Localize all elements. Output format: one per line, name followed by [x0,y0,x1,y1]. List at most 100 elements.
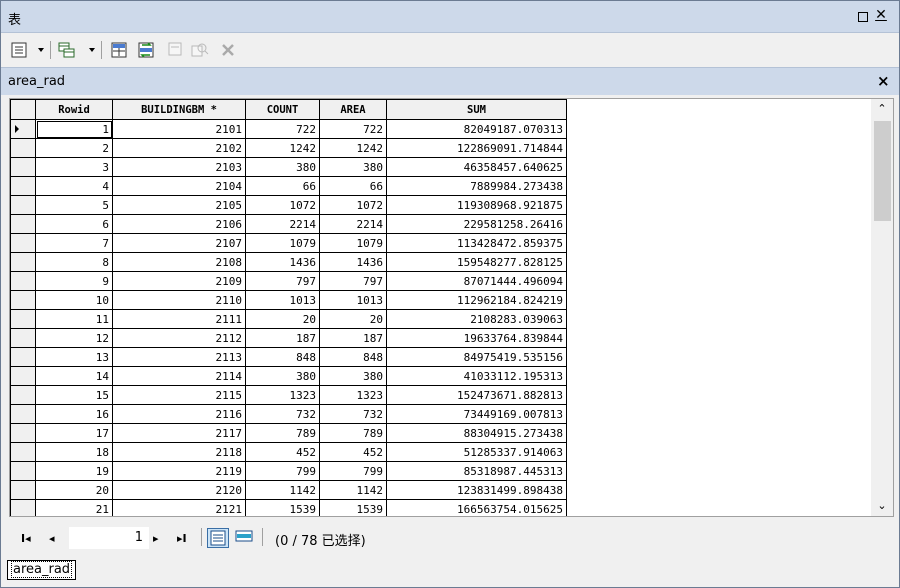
scroll-down-icon[interactable]: ⌄ [871,496,893,516]
table-cell[interactable]: 2108283.039063 [386,309,567,329]
table-cell[interactable]: 1013 [319,290,387,310]
table-cell[interactable]: 1079 [319,233,387,253]
table-options-button[interactable] [11,42,27,58]
table-cell[interactable]: 113428472.859375 [386,233,567,253]
table-cell[interactable]: 380 [245,157,320,177]
table-cell[interactable]: 82049187.070313 [386,119,567,139]
table-cell[interactable]: 1142 [245,480,320,500]
table-row[interactable]: 5 2105 1072 1072 119308968.921875 [10,195,567,215]
table-cell[interactable]: 11 [35,309,113,329]
table-cell[interactable]: 166563754.015625 [386,499,567,516]
table-cell[interactable]: 2214 [245,214,320,234]
row-selector[interactable] [10,366,36,386]
row-selector[interactable] [10,461,36,481]
table-cell[interactable]: 2104 [112,176,246,196]
table-row[interactable]: 18 2118 452 452 51285337.914063 [10,442,567,462]
scroll-thumb[interactable] [874,121,891,221]
table-cell[interactable]: 87071444.496094 [386,271,567,291]
scroll-up-icon[interactable]: ⌃ [871,99,893,119]
table-cell[interactable]: 2114 [112,366,246,386]
chevron-down-icon[interactable] [89,48,95,52]
clear-selection-button[interactable] [168,42,182,58]
table-row[interactable]: 11 2111 20 20 2108283.039063 [10,309,567,329]
table-cell[interactable]: 66 [245,176,320,196]
table-cell[interactable]: 1539 [245,499,320,516]
table-cell[interactable]: 17 [35,423,113,443]
table-row[interactable]: 3 2103 380 380 46358457.640625 [10,157,567,177]
table-cell[interactable]: 2 [35,138,113,158]
table-cell[interactable]: 6 [35,214,113,234]
select-by-attributes-button[interactable] [111,42,129,58]
table-cell[interactable]: 732 [245,404,320,424]
table-cell[interactable]: 452 [319,442,387,462]
table-cell[interactable]: 88304915.273438 [386,423,567,443]
table-cell[interactable]: 2101 [112,119,246,139]
table-cell[interactable]: 20 [245,309,320,329]
table-cell[interactable]: 112962184.824219 [386,290,567,310]
table-row[interactable]: 1 2101 722 722 82049187.070313 [10,119,567,139]
table-cell[interactable]: 21 [35,499,113,516]
table-row[interactable]: 12 2112 187 187 19633764.839844 [10,328,567,348]
table-cell[interactable]: 2118 [112,442,246,462]
table-row[interactable]: 8 2108 1436 1436 159548277.828125 [10,252,567,272]
table-cell[interactable]: 2112 [112,328,246,348]
row-selector[interactable] [10,499,36,516]
row-selector[interactable] [10,119,36,139]
column-header[interactable]: AREA [319,99,387,120]
row-selector[interactable] [10,157,36,177]
table-cell[interactable]: 2108 [112,252,246,272]
table-cell[interactable]: 789 [319,423,387,443]
row-selector[interactable] [10,442,36,462]
select-all-header[interactable] [10,99,36,120]
table-cell[interactable]: 20 [35,480,113,500]
table-cell[interactable]: 2121 [112,499,246,516]
table-cell[interactable]: 797 [245,271,320,291]
table-row[interactable]: 6 2106 2214 2214 229581258.26416 [10,214,567,234]
table-cell[interactable]: 18 [35,442,113,462]
table-cell[interactable]: 2116 [112,404,246,424]
table-row[interactable]: 21 2121 1539 1539 166563754.015625 [10,499,567,516]
show-all-records-button[interactable] [207,528,229,548]
table-tab-area-rad[interactable]: area_rad [7,560,77,580]
table-cell[interactable]: 2117 [112,423,246,443]
table-cell[interactable]: 16 [35,404,113,424]
table-cell[interactable]: 722 [245,119,320,139]
table-cell[interactable]: 20 [319,309,387,329]
table-cell[interactable]: 380 [319,157,387,177]
table-cell[interactable]: 85318987.445313 [386,461,567,481]
table-cell[interactable]: 15 [35,385,113,405]
table-row[interactable]: 10 2110 1013 1013 112962184.824219 [10,290,567,310]
table-cell[interactable]: 722 [319,119,387,139]
row-selector[interactable] [10,404,36,424]
table-cell[interactable]: 123831499.898438 [386,480,567,500]
zoom-to-selected-button[interactable] [191,42,209,58]
table-cell[interactable]: 14 [35,366,113,386]
table-cell[interactable]: 2120 [112,480,246,500]
row-selector[interactable] [10,290,36,310]
table-cell[interactable]: 2109 [112,271,246,291]
row-selector[interactable] [10,309,36,329]
table-cell[interactable]: 84975419.535156 [386,347,567,367]
table-cell[interactable]: 152473671.882813 [386,385,567,405]
table-cell[interactable]: 159548277.828125 [386,252,567,272]
table-cell[interactable]: 732 [319,404,387,424]
table-cell[interactable]: 1 [35,119,113,139]
current-record-input[interactable]: 1 [69,527,149,549]
table-cell[interactable]: 848 [319,347,387,367]
table-cell[interactable]: 380 [245,366,320,386]
table-cell[interactable]: 2214 [319,214,387,234]
table-cell[interactable]: 848 [245,347,320,367]
table-cell[interactable]: 7889984.273438 [386,176,567,196]
table-cell[interactable]: 2103 [112,157,246,177]
row-selector[interactable] [10,480,36,500]
table-row[interactable]: 14 2114 380 380 41033112.195313 [10,366,567,386]
table-cell[interactable]: 1436 [319,252,387,272]
show-selected-records-button[interactable] [234,528,256,548]
table-row[interactable]: 2 2102 1242 1242 122869091.714844 [10,138,567,158]
table-cell[interactable]: 2111 [112,309,246,329]
table-cell[interactable]: 66 [319,176,387,196]
table-cell[interactable]: 73449169.007813 [386,404,567,424]
table-cell[interactable]: 799 [245,461,320,481]
row-selector[interactable] [10,328,36,348]
column-header[interactable]: COUNT [245,99,320,120]
